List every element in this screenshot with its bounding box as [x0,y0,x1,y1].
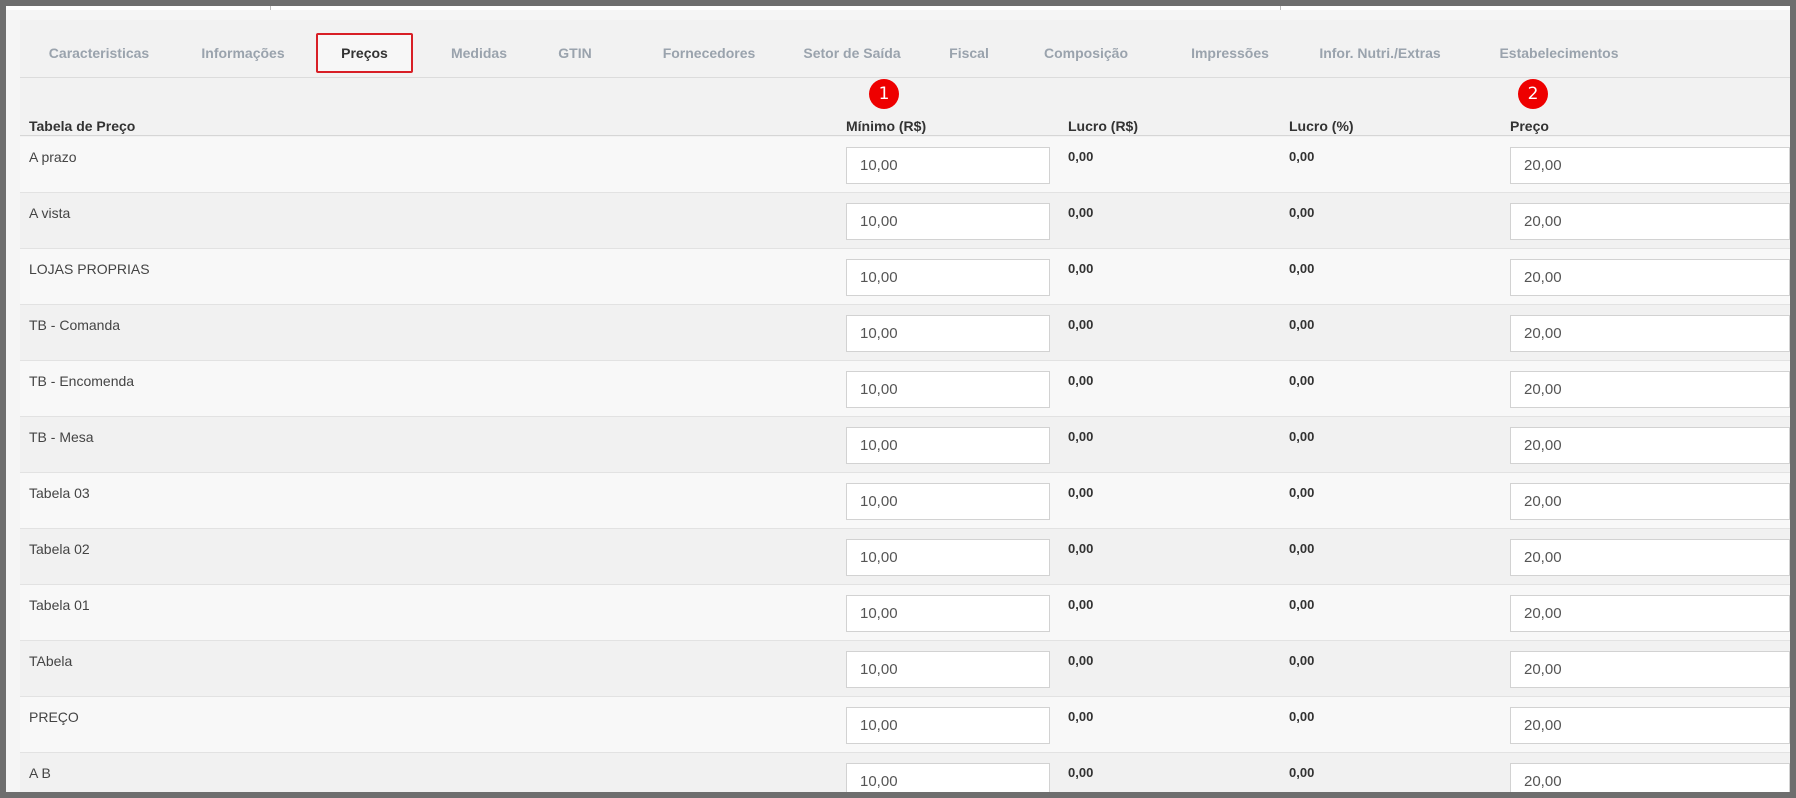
tab-infor-nutri-extras[interactable]: Infor. Nutri./Extras [1313,33,1447,73]
preco-input[interactable] [1510,427,1790,464]
minimo-input[interactable] [846,147,1050,184]
price-table-name: PREÇO [29,709,79,725]
preco-input[interactable] [1510,707,1790,744]
tab-medidas[interactable]: Medidas [439,33,519,73]
price-table-name: TB - Comanda [29,317,121,333]
preco-input[interactable] [1510,763,1790,792]
lucro-rs-value: 0,00 [1068,429,1094,444]
price-table-body: A prazo0,000,00A vista0,000,00LOJAS PROP… [20,137,1790,792]
table-row: TB - Mesa 0,00 0,00 [20,417,1790,473]
lucro-rs-value: 0,00 [1068,765,1094,780]
preco-input[interactable] [1510,259,1790,296]
top-strip [6,6,1790,10]
lucro-pct-value: 0,00 [1289,485,1315,500]
table-row: A prazo 0,00 0,00 [20,137,1790,193]
lucro-rs-value: 0,00 [1068,597,1094,612]
table-row: Tabela 01 0,00 0,00 [20,585,1790,641]
minimo-input[interactable] [846,315,1050,352]
tab-fornecedores[interactable]: Fornecedores [642,33,776,73]
lucro-rs-value: 0,00 [1068,485,1094,500]
minimo-input[interactable] [846,259,1050,296]
lucro-rs-value: 0,00 [1068,317,1094,332]
table-row: LOJAS PROPRIAS 0,00 0,00 [20,249,1790,305]
minimo-input[interactable] [846,651,1050,688]
lucro-pct-value: 0,00 [1289,765,1315,780]
lucro-rs-value: 0,00 [1068,261,1094,276]
table-row: TAbela 0,00 0,00 [20,641,1790,697]
tab-composicao[interactable]: Composição [1031,33,1141,73]
table-row: A B 0,00 0,00 [20,753,1790,792]
minimo-input[interactable] [846,371,1050,408]
top-divider [270,6,271,10]
tab-caracteristicas[interactable]: Caracteristicas [40,33,158,73]
minimo-input[interactable] [846,483,1050,520]
lucro-pct-value: 0,00 [1289,541,1315,556]
annotation-badge-1: 1 [869,79,899,109]
preco-input[interactable] [1510,315,1790,352]
price-table-name: LOJAS PROPRIAS [29,261,150,277]
table-row: PREÇO 0,00 0,00 [20,697,1790,753]
table-header: Tabela de Preço 1 Mínimo (R$) Lucro (R$)… [20,78,1790,136]
lucro-pct-value: 0,00 [1289,429,1315,444]
preco-input[interactable] [1510,483,1790,520]
minimo-input[interactable] [846,763,1050,792]
price-table-name: A prazo [29,149,77,165]
header-lucro-pct: Lucro (%) [1289,118,1354,134]
price-table-name: TB - Encomenda [29,373,135,389]
tab-estabelecimentos[interactable]: Estabelecimentos [1491,33,1627,73]
header-lucro-rs: Lucro (R$) [1068,118,1138,134]
table-row: A vista 0,00 0,00 [20,193,1790,249]
table-row: TB - Encomenda 0,00 0,00 [20,361,1790,417]
minimo-input[interactable] [846,595,1050,632]
lucro-pct-value: 0,00 [1289,653,1315,668]
minimo-input[interactable] [846,539,1050,576]
top-divider [1280,6,1281,10]
lucro-pct-value: 0,00 [1289,205,1315,220]
lucro-pct-value: 0,00 [1289,709,1315,724]
minimo-input[interactable] [846,707,1050,744]
lucro-pct-value: 0,00 [1289,149,1315,164]
table-row: Tabela 03 0,00 0,00 [20,473,1790,529]
minimo-input[interactable] [846,427,1050,464]
header-minimo: Mínimo (R$) [846,118,927,134]
lucro-rs-value: 0,00 [1068,149,1094,164]
preco-input[interactable] [1510,147,1790,184]
lucro-pct-value: 0,00 [1289,317,1315,332]
lucro-pct-value: 0,00 [1289,261,1315,276]
header-preco: Preço [1510,118,1549,134]
lucro-rs-value: 0,00 [1068,653,1094,668]
lucro-rs-value: 0,00 [1068,205,1094,220]
price-table-name: Tabela 02 [29,541,90,557]
preco-input[interactable] [1510,595,1790,632]
tab-precos[interactable]: Preços [316,33,413,73]
minimo-input[interactable] [846,203,1050,240]
price-table-name: A vista [29,205,71,221]
tab-setor-de-saida[interactable]: Setor de Saída [796,33,908,73]
preco-input[interactable] [1510,651,1790,688]
price-table-name: Tabela 01 [29,597,90,613]
preco-input[interactable] [1510,539,1790,576]
lucro-pct-value: 0,00 [1289,597,1315,612]
window-frame: Caracteristicas Informações Preços Medid… [0,0,1796,798]
table-row: TB - Comanda 0,00 0,00 [20,305,1790,361]
tab-gtin[interactable]: GTIN [550,33,600,73]
lucro-rs-value: 0,00 [1068,541,1094,556]
annotation-badge-2: 2 [1518,79,1548,109]
header-tabela-de-preco: Tabela de Preço [29,118,136,134]
lucro-rs-value: 0,00 [1068,373,1094,388]
price-table-name: A B [29,765,51,781]
price-table-name: TAbela [29,653,73,669]
table-row: Tabela 02 0,00 0,00 [20,529,1790,585]
preco-input[interactable] [1510,203,1790,240]
tab-impressoes[interactable]: Impressões [1180,33,1280,73]
preco-input[interactable] [1510,371,1790,408]
lucro-pct-value: 0,00 [1289,373,1315,388]
lucro-rs-value: 0,00 [1068,709,1094,724]
price-table-name: Tabela 03 [29,485,90,501]
tab-bar: Caracteristicas Informações Preços Medid… [20,20,1790,78]
price-table-name: TB - Mesa [29,429,94,445]
prices-panel: Caracteristicas Informações Preços Medid… [20,20,1790,792]
tab-fiscal[interactable]: Fiscal [941,33,997,73]
tab-informacoes[interactable]: Informações [192,33,294,73]
